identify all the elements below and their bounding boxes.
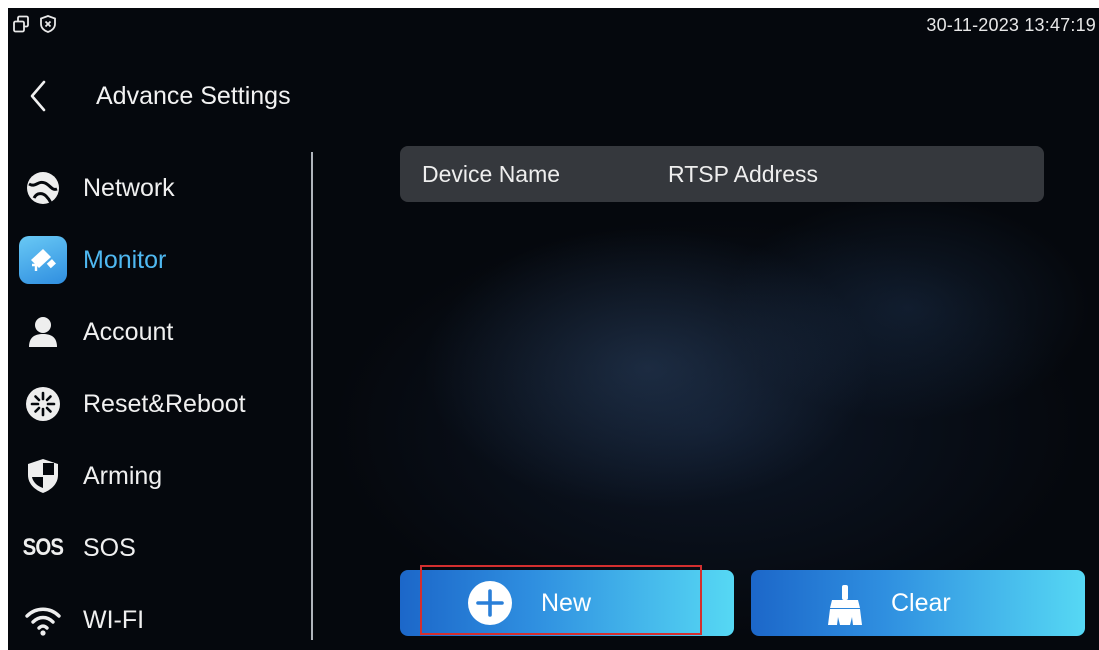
shield-icon xyxy=(18,454,68,498)
sidebar-item-reset-reboot[interactable]: Reset&Reboot xyxy=(8,376,308,432)
sidebar-divider xyxy=(311,152,313,640)
column-device-name: Device Name xyxy=(422,161,561,187)
monitor-icon xyxy=(18,236,68,284)
sidebar-item-arming[interactable]: Arming xyxy=(8,448,308,504)
window-restore-icon xyxy=(12,15,30,33)
page-header: Advance Settings xyxy=(8,74,408,118)
page-title: Advance Settings xyxy=(96,82,291,110)
account-icon xyxy=(18,310,68,354)
back-button[interactable] xyxy=(24,78,52,114)
sidebar-item-label: WI-FI xyxy=(83,606,145,634)
sidebar-item-account[interactable]: Account xyxy=(8,304,308,360)
broom-icon xyxy=(825,584,865,631)
network-icon xyxy=(18,166,68,210)
sidebar-item-wifi[interactable]: WI-FI xyxy=(8,592,308,648)
screen: 30-11-2023 13:47:19 Advance Settings Net… xyxy=(8,8,1099,650)
sidebar-item-sos[interactable]: SOS SOS xyxy=(8,520,308,576)
clear-button-label: Clear xyxy=(891,589,951,617)
sidebar-item-label: Reset&Reboot xyxy=(83,390,246,418)
chevron-left-icon xyxy=(24,80,52,118)
sidebar-item-monitor[interactable]: Monitor xyxy=(8,232,308,288)
sidebar-item-label: SOS xyxy=(83,534,136,562)
status-datetime: 30-11-2023 13:47:19 xyxy=(926,15,1096,35)
sidebar-item-label: Monitor xyxy=(83,246,167,274)
sidebar-item-label: Account xyxy=(83,318,174,346)
clear-button[interactable]: Clear xyxy=(751,570,1085,636)
column-rtsp-address: RTSP Address xyxy=(668,161,819,187)
sidebar-item-label: Network xyxy=(83,174,175,202)
sos-icon: SOS xyxy=(22,534,64,561)
plus-circle-icon xyxy=(466,579,514,632)
sidebar-item-label: Arming xyxy=(83,462,163,490)
sidebar-item-network[interactable]: Network xyxy=(8,160,308,216)
status-bar: 30-11-2023 13:47:19 xyxy=(8,8,1099,42)
shield-x-icon xyxy=(39,15,57,33)
new-button[interactable]: New xyxy=(400,570,734,636)
sidebar: Network Monitor Account Reset&Reboot Arm… xyxy=(8,152,312,650)
wifi-icon xyxy=(18,598,68,642)
table-header: Device Name RTSP Address xyxy=(400,146,1044,202)
new-button-label: New xyxy=(541,589,592,617)
reset-icon xyxy=(18,382,68,426)
